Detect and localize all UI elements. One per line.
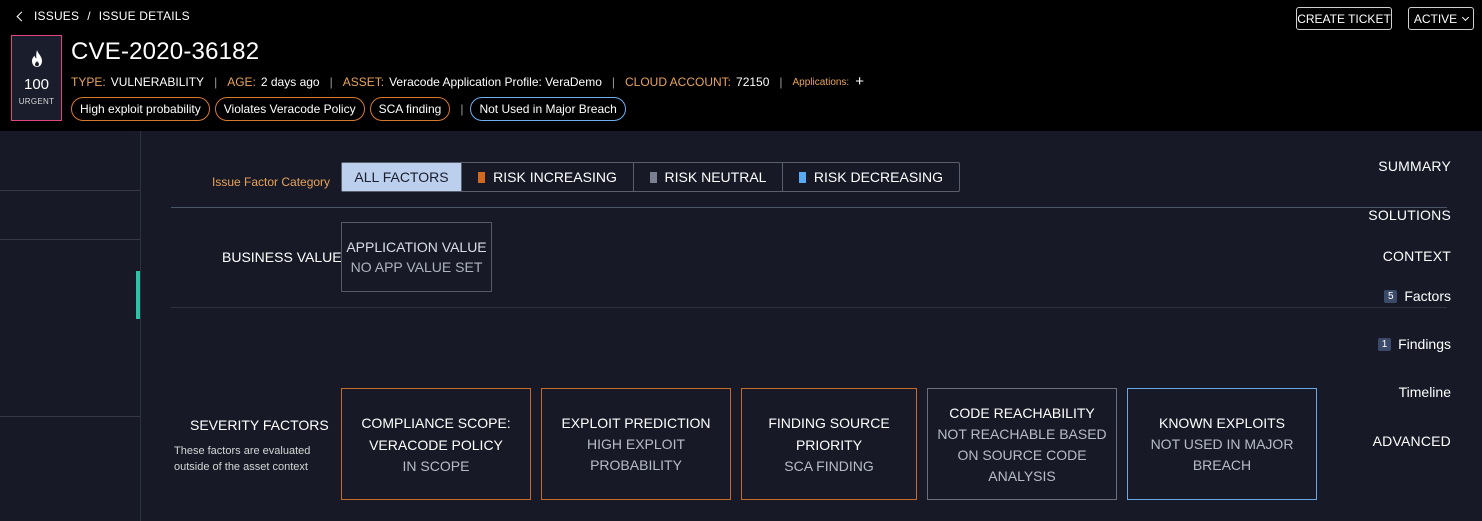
tag-separator: | xyxy=(460,102,464,116)
nav-divider xyxy=(0,416,140,417)
issue-header: ISSUES / ISSUE DETAILS CREATE TICKET ACT… xyxy=(0,0,1482,131)
issue-title: CVE-2020-36182 xyxy=(71,38,260,65)
nav-findings[interactable]: 1 Findings xyxy=(1378,336,1451,352)
status-dropdown[interactable]: ACTIVE xyxy=(1408,7,1474,30)
filter-risk-decreasing-label: RISK DECREASING xyxy=(813,169,944,185)
filter-risk-increasing[interactable]: RISK INCREASING xyxy=(462,163,634,191)
factor-title: KNOWN EXPLOITS xyxy=(1158,415,1286,431)
back-chevron-icon[interactable] xyxy=(16,11,27,21)
tag-violates-veracode-policy[interactable]: Violates Veracode Policy xyxy=(214,97,365,121)
meta-divider: | xyxy=(214,75,218,89)
nav-solutions[interactable]: SOLUTIONS xyxy=(1368,207,1451,223)
filter-all-factors[interactable]: ALL FACTORS xyxy=(342,163,462,191)
filter-risk-decreasing[interactable]: RISK DECREASING xyxy=(783,163,959,191)
factor-value: PROBABILITY xyxy=(590,457,682,473)
meta-divider: | xyxy=(329,75,333,89)
nav-context[interactable]: CONTEXT xyxy=(1383,248,1451,264)
meta-divider: | xyxy=(611,75,615,89)
nav-timeline-label: Timeline xyxy=(1398,384,1451,400)
meta-cloud-account-key: CLOUD ACCOUNT: xyxy=(625,75,732,89)
breadcrumb-current: ISSUE DETAILS xyxy=(98,9,190,23)
issue-tags: High exploit probability Violates Veraco… xyxy=(71,97,631,121)
tag-sca-finding[interactable]: SCA finding xyxy=(369,97,451,121)
nav-advanced[interactable]: ADVANCED xyxy=(1373,433,1451,449)
nav-factors-label: Factors xyxy=(1404,288,1451,304)
nav-divider xyxy=(0,239,140,240)
risk-decreasing-swatch-icon xyxy=(798,171,806,183)
active-nav-indicator xyxy=(136,271,140,319)
factor-value: HIGH EXPLOIT xyxy=(586,436,686,452)
factor-value: ANALYSIS xyxy=(988,467,1056,484)
meta-age-key: AGE: xyxy=(227,75,256,89)
application-value-card[interactable]: APPLICATION VALUE NO APP VALUE SET xyxy=(341,222,492,292)
meta-cloud-account-value: 72150 xyxy=(736,75,770,89)
application-value-title: APPLICATION VALUE xyxy=(346,239,487,255)
findings-count-badge: 1 xyxy=(1378,337,1392,351)
factor-card-code-reachability[interactable]: CODE REACHABILITY NOT REACHABLE BASED ON… xyxy=(927,388,1117,500)
breadcrumb-issues-link[interactable]: ISSUES xyxy=(34,9,79,23)
issue-meta: TYPE: VULNERABILITY | AGE: 2 days ago | … xyxy=(71,74,864,89)
severity-factors-label: SEVERITY FACTORS xyxy=(190,417,329,433)
issue-factor-category-label: Issue Factor Category xyxy=(212,175,331,189)
factor-value: ON SOURCE CODE xyxy=(957,446,1087,463)
factor-title: FINDING SOURCE PRIORITY xyxy=(768,414,890,453)
flame-icon xyxy=(31,50,42,67)
factor-value: NOT REACHABLE BASED xyxy=(937,425,1107,442)
factor-value: SCA FINDING xyxy=(784,457,874,474)
risk-increasing-swatch-icon xyxy=(478,171,486,183)
factor-title: VERACODE POLICY xyxy=(369,436,503,453)
nav-summary[interactable]: SUMMARY xyxy=(1378,158,1451,174)
section-divider xyxy=(171,207,1447,208)
nav-divider xyxy=(0,190,140,191)
nav-findings-label: Findings xyxy=(1398,336,1451,352)
risk-score-value: 100 xyxy=(23,76,50,93)
tag-high-exploit-probability[interactable]: High exploit probability xyxy=(71,97,210,121)
chevron-down-icon xyxy=(1462,13,1470,21)
issue-factor-category-filter: ALL FACTORS RISK INCREASING RISK NEUTRAL… xyxy=(341,162,960,192)
factor-card-compliance-scope[interactable]: COMPLIANCE SCOPE: VERACODE POLICY IN SCO… xyxy=(341,388,531,500)
factor-value: NOT USED IN MAJOR xyxy=(1150,436,1294,452)
nav-factors[interactable]: 5 Factors xyxy=(1384,288,1451,304)
meta-asset-value: Veracode Application Profile: VeraDemo xyxy=(389,75,602,89)
status-dropdown-label: ACTIVE xyxy=(1413,11,1458,26)
risk-score-badge: 100 URGENT xyxy=(11,35,62,121)
severity-factors-description-line-1: These factors are evaluated xyxy=(174,445,311,457)
factor-value: BREACH xyxy=(1192,457,1252,473)
meta-asset-key: ASSET: xyxy=(342,75,385,89)
filter-all-factors-label: ALL FACTORS xyxy=(354,169,449,185)
meta-type-key: TYPE: xyxy=(71,75,106,89)
factor-card-exploit-prediction[interactable]: EXPLOIT PREDICTION HIGH EXPLOIT PROBABIL… xyxy=(541,388,731,500)
factor-title: EXPLOIT PREDICTION xyxy=(561,415,711,431)
meta-age-value: 2 days ago xyxy=(260,75,320,89)
factors-count-badge: 5 xyxy=(1384,289,1398,303)
filter-risk-neutral[interactable]: RISK NEUTRAL xyxy=(634,163,783,191)
business-value-label: BUSINESS VALUE xyxy=(222,249,342,265)
application-value-value: NO APP VALUE SET xyxy=(350,259,483,275)
add-application-icon[interactable]: + xyxy=(855,74,864,89)
factor-title: CODE REACHABILITY xyxy=(949,404,1095,421)
breadcrumb: ISSUES / ISSUE DETAILS xyxy=(16,9,190,23)
factor-title: COMPLIANCE SCOPE: xyxy=(361,414,511,431)
risk-severity-label: URGENT xyxy=(18,97,55,106)
create-ticket-button[interactable]: CREATE TICKET xyxy=(1296,7,1392,30)
factor-value: IN SCOPE xyxy=(402,457,470,474)
filter-risk-increasing-label: RISK INCREASING xyxy=(493,169,617,185)
nav-timeline[interactable]: Timeline xyxy=(1399,384,1451,400)
breadcrumb-separator: / xyxy=(87,9,91,23)
severity-factors-description-line-2: outside of the asset context xyxy=(174,461,308,473)
meta-divider: | xyxy=(779,75,783,89)
factor-card-known-exploits[interactable]: KNOWN EXPLOITS NOT USED IN MAJOR BREACH xyxy=(1127,388,1317,500)
section-divider xyxy=(171,307,1447,308)
meta-type-value: VULNERABILITY xyxy=(110,75,205,89)
tag-not-used-in-major-breach[interactable]: Not Used in Major Breach xyxy=(470,97,626,121)
factor-card-finding-source-priority[interactable]: FINDING SOURCE PRIORITY SCA FINDING xyxy=(741,388,917,500)
risk-neutral-swatch-icon xyxy=(649,171,657,183)
meta-applications-key: Applications: xyxy=(792,76,850,88)
filter-risk-neutral-label: RISK NEUTRAL xyxy=(664,169,767,185)
